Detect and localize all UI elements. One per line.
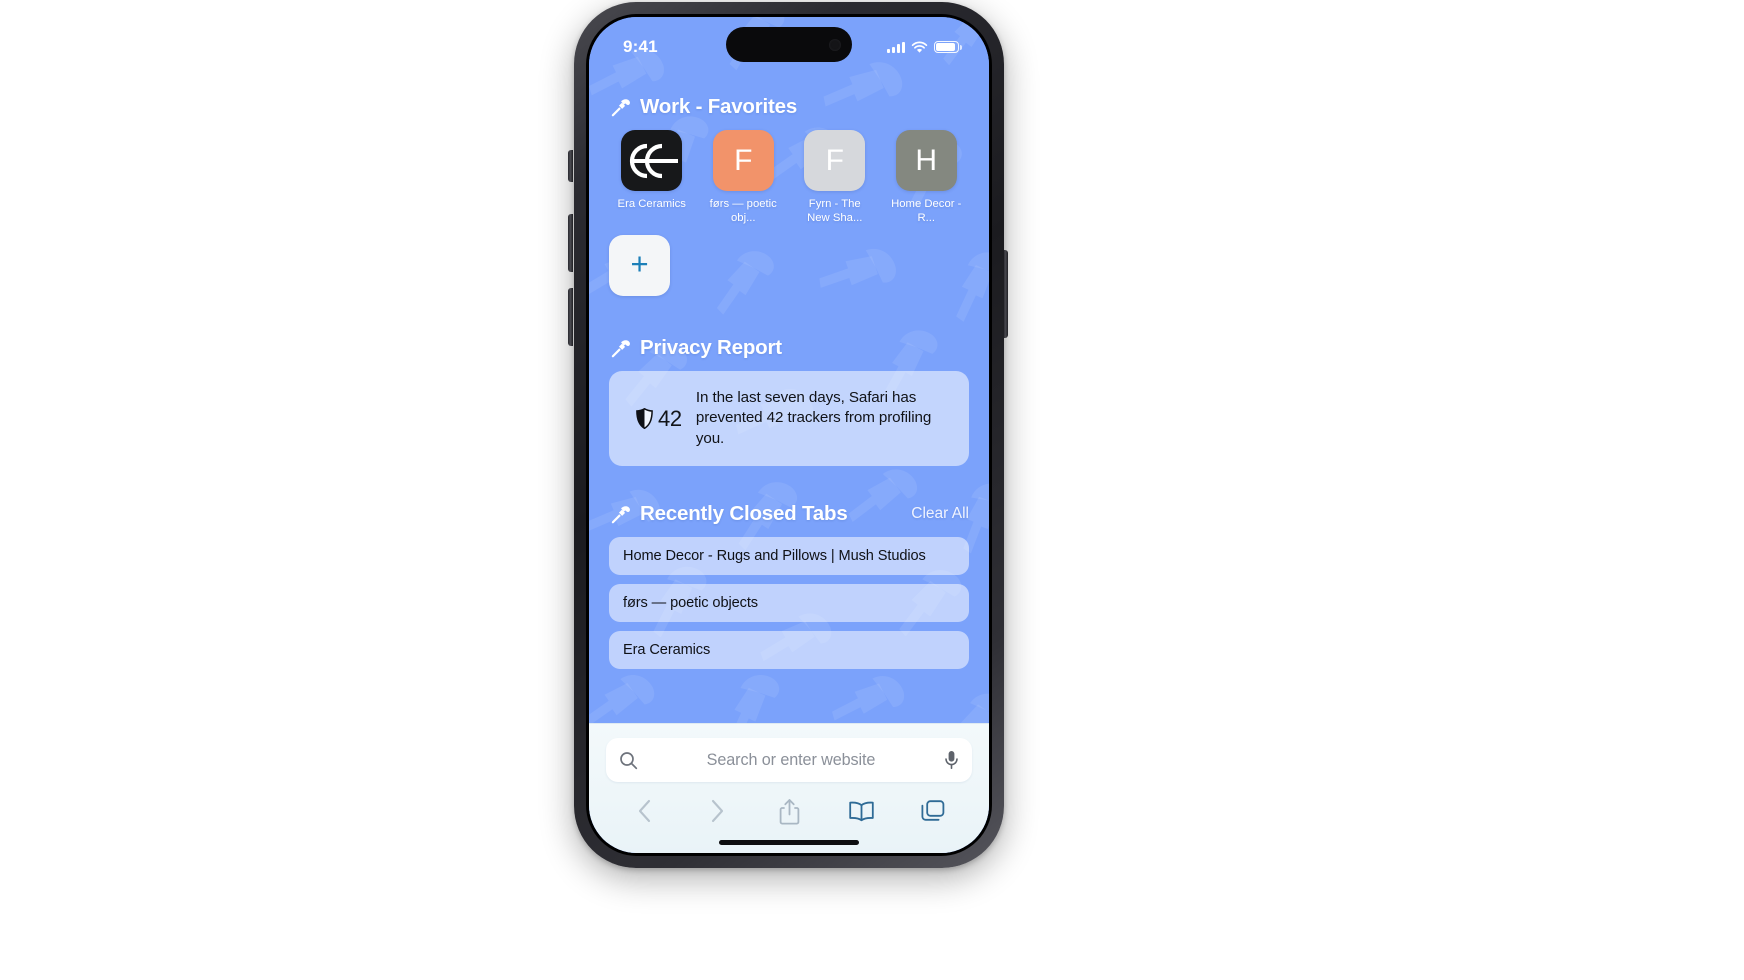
start-page: Work - Favorites Era Ceramics F førs — p…: [589, 65, 989, 723]
status-bar: 9:41: [589, 17, 989, 65]
hammer-icon: [609, 96, 632, 119]
favorite-item[interactable]: F førs — poetic obj...: [701, 130, 787, 225]
favorites-section-header: Work - Favorites: [607, 95, 971, 119]
favorite-monogram: H: [915, 143, 938, 177]
front-camera-icon: [829, 38, 841, 51]
privacy-report-section-header: Privacy Report: [607, 336, 971, 360]
tabs-icon: [920, 799, 946, 823]
tabs-button[interactable]: [910, 794, 956, 828]
microphone-icon[interactable]: [944, 750, 959, 770]
search-bar[interactable]: Search or enter website: [606, 738, 972, 782]
search-input[interactable]: Search or enter website: [648, 751, 934, 770]
phone-frame: 9:41 Work - Favorites Era Ceramics F før…: [574, 2, 1004, 868]
search-icon: [619, 751, 638, 770]
share-icon: [779, 798, 800, 825]
list-item[interactable]: førs — poetic objects: [609, 584, 969, 623]
volume-up-button[interactable]: [568, 214, 573, 272]
volume-down-button[interactable]: [568, 288, 573, 346]
favorites-title: Work - Favorites: [640, 95, 798, 118]
favorite-item[interactable]: H Home Decor - R...: [884, 130, 970, 225]
favorite-monogram: F: [734, 143, 753, 177]
favorite-tile[interactable]: [621, 130, 683, 191]
screenshot-root: 9:41 Work - Favorites Era Ceramics F før…: [0, 0, 1744, 980]
favorite-item[interactable]: F Fyrn - The New Sha...: [792, 130, 878, 225]
era-ceramics-logo: [621, 140, 682, 182]
navigation-toolbar: [606, 782, 972, 832]
browser-bottom-bar: Search or enter website: [589, 723, 989, 853]
list-item[interactable]: Home Decor - Rugs and Pillows | Mush Stu…: [609, 537, 969, 576]
favorite-label: Fyrn - The New Sha...: [807, 198, 863, 224]
favorites-add-row: +: [607, 235, 971, 296]
back-chevron-icon: [638, 799, 652, 823]
favorite-tile[interactable]: H: [895, 130, 957, 191]
recently-closed-section-header: Recently Closed Tabs Clear All: [607, 502, 971, 526]
share-button[interactable]: [766, 794, 812, 828]
home-indicator[interactable]: [719, 840, 859, 845]
cellular-bars-icon: [887, 41, 905, 53]
battery-icon: [934, 40, 962, 54]
forward-chevron-icon: [710, 799, 724, 823]
privacy-report-title: Privacy Report: [640, 336, 782, 359]
favorite-tile[interactable]: F: [804, 130, 866, 191]
dynamic-island: [726, 27, 852, 62]
favorite-label: Era Ceramics: [617, 198, 686, 210]
book-icon: [848, 800, 875, 822]
list-item[interactable]: Era Ceramics: [609, 631, 969, 670]
favorite-tile[interactable]: F: [712, 130, 774, 191]
favorite-label: Home Decor - R...: [891, 198, 962, 224]
bookmarks-button[interactable]: [838, 794, 884, 828]
silent-switch[interactable]: [568, 150, 573, 182]
privacy-report-description: In the last seven days, Safari has preve…: [695, 389, 932, 447]
recently-closed-list: Home Decor - Rugs and Pillows | Mush Stu…: [609, 537, 969, 670]
plus-icon: +: [630, 246, 649, 281]
favorites-grid: Era Ceramics F førs — poetic obj... F Fy…: [607, 130, 971, 225]
tracker-count-group: 42: [627, 406, 682, 432]
back-button[interactable]: [622, 794, 668, 828]
status-indicators: [887, 40, 962, 54]
forward-button[interactable]: [694, 794, 740, 828]
phone-screen: 9:41 Work - Favorites Era Ceramics F før…: [589, 17, 989, 853]
tracker-count: 42: [658, 405, 682, 431]
phone-bezel: 9:41 Work - Favorites Era Ceramics F før…: [586, 14, 992, 856]
clear-all-button[interactable]: Clear All: [911, 505, 969, 523]
favorite-item[interactable]: Era Ceramics: [609, 130, 695, 225]
wifi-icon: [911, 41, 928, 54]
favorite-label: førs — poetic obj...: [709, 198, 777, 224]
privacy-report-card[interactable]: 42 In the last seven days, Safari has pr…: [609, 371, 969, 467]
hammer-icon: [609, 337, 632, 360]
recently-closed-title: Recently Closed Tabs: [640, 502, 848, 526]
status-time: 9:41: [623, 37, 658, 56]
shield-icon: [636, 408, 653, 430]
add-favorite-button[interactable]: +: [609, 235, 670, 296]
hammer-icon: [609, 503, 632, 526]
favorite-monogram: F: [825, 143, 844, 177]
